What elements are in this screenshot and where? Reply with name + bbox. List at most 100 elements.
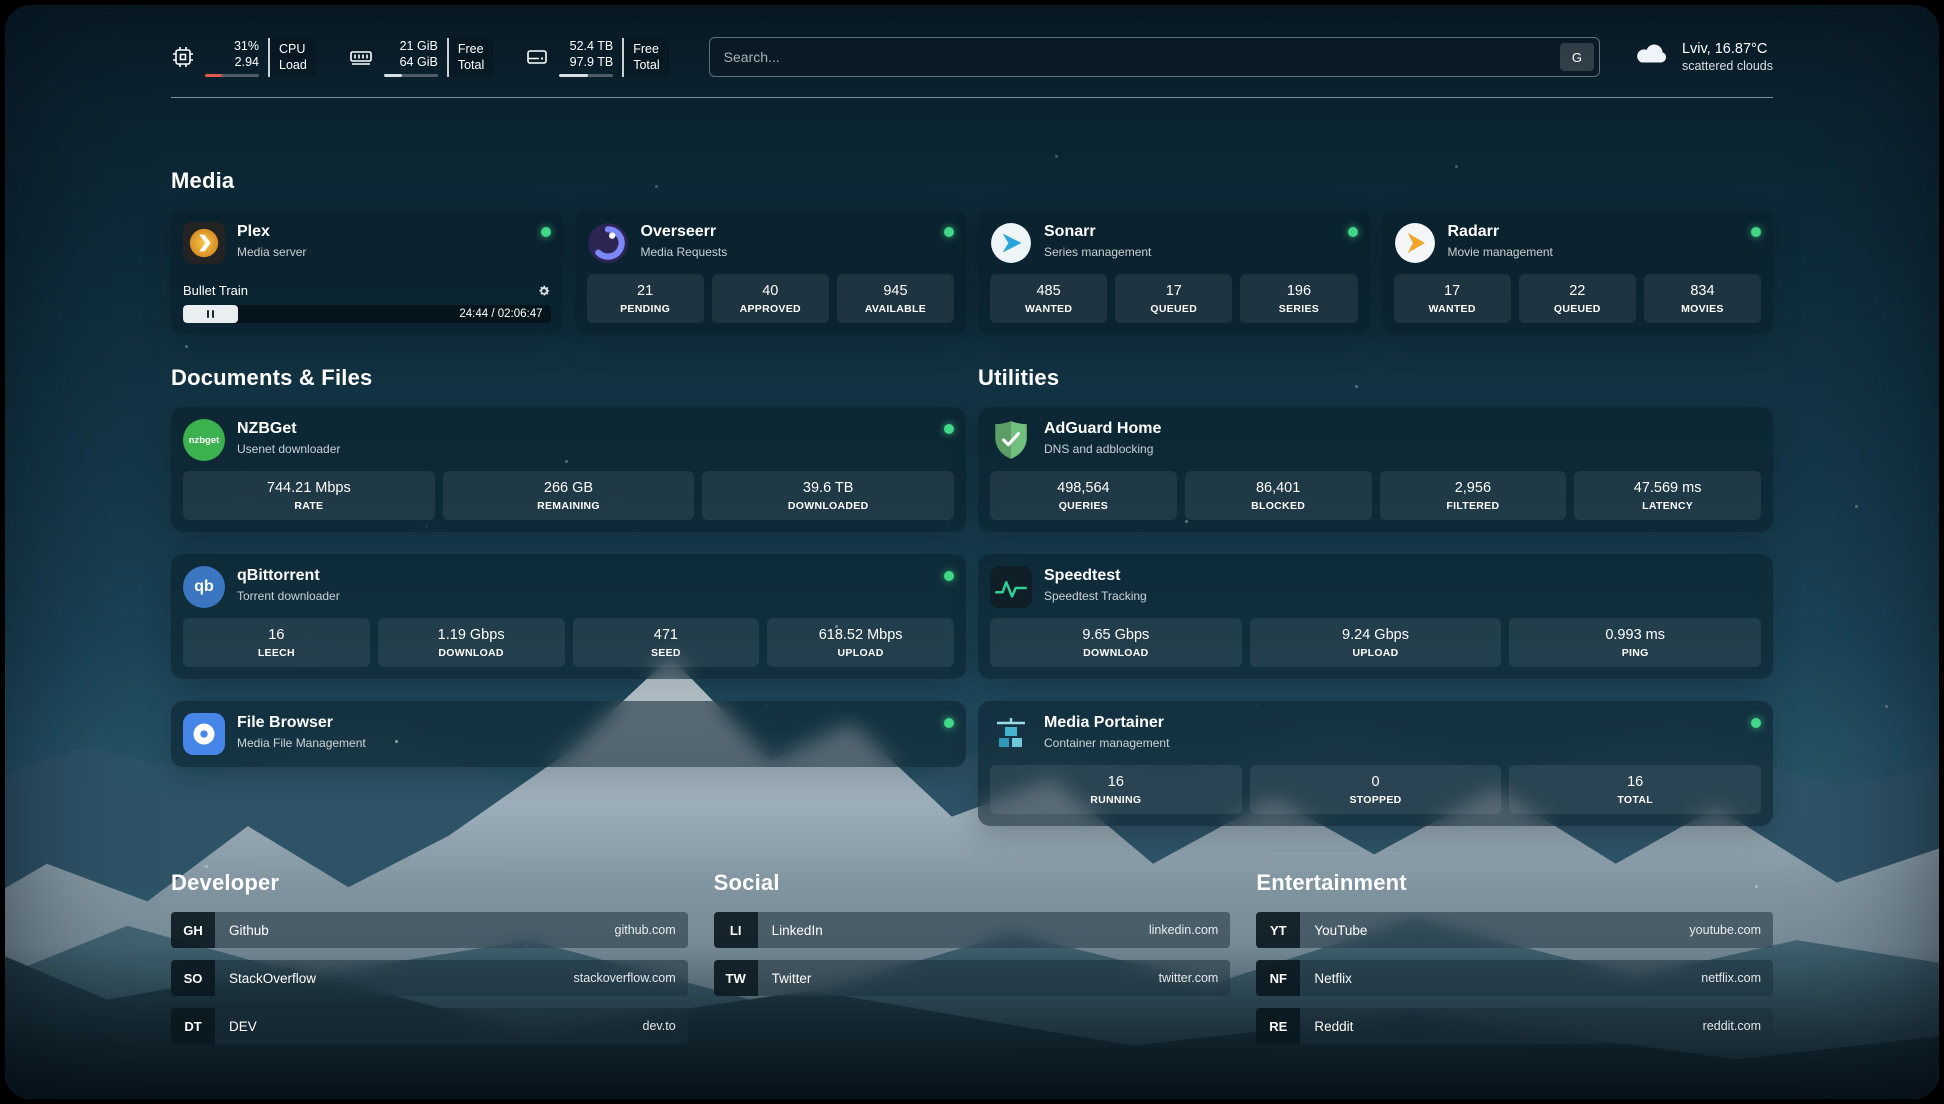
bookmark-url: twitter.com <box>1159 971 1219 985</box>
stat-stopped: 0 STOPPED <box>1250 765 1502 814</box>
stat-wanted: 485 WANTED <box>990 274 1107 323</box>
bookmark-name: Netflix <box>1314 971 1701 986</box>
ram-free-value: 21 GiB <box>400 38 438 54</box>
bookmark-abbr: SO <box>171 960 215 996</box>
card-nzbget[interactable]: nzbget NZBGet Usenet downloader 744.21 M… <box>171 407 966 532</box>
bookmark-url: youtube.com <box>1689 923 1761 937</box>
stat-blocked: 86,401 BLOCKED <box>1185 471 1372 520</box>
service-name: Plex <box>237 222 533 242</box>
bookmark-abbr: NF <box>1256 960 1300 996</box>
card-radarr[interactable]: Radarr Movie management 17 WANTED 22 QUE… <box>1382 210 1774 335</box>
service-subtitle: Usenet downloader <box>237 442 936 457</box>
bookmark-github[interactable]: GH Github github.com <box>171 912 688 948</box>
cpu-chip-icon <box>171 45 195 69</box>
service-subtitle: Torrent downloader <box>237 589 936 604</box>
service-name: Sonarr <box>1044 222 1340 242</box>
card-qbittorrent[interactable]: qb qBittorrent Torrent downloader 16 LEE… <box>171 554 966 679</box>
stat-upload: 9.24 Gbps UPLOAD <box>1250 618 1502 667</box>
search-engine-button[interactable]: G <box>1560 43 1594 71</box>
bookmark-url: reddit.com <box>1703 1019 1761 1033</box>
disk-icon <box>525 45 549 69</box>
service-subtitle: Media Requests <box>641 245 937 260</box>
bookmark-name: StackOverflow <box>229 971 574 986</box>
service-subtitle: Speedtest Tracking <box>1044 589 1761 604</box>
section-title-entertainment: Entertainment <box>1256 870 1773 896</box>
weather-location: Lviv, 16.87°C <box>1682 40 1773 58</box>
card-filebrowser[interactable]: File Browser Media File Management <box>171 701 966 767</box>
card-adguard[interactable]: AdGuard Home DNS and adblocking 498,564 … <box>978 407 1773 532</box>
stat-queries: 498,564 QUERIES <box>990 471 1177 520</box>
bookmark-url: dev.to <box>643 1019 676 1033</box>
stat-running: 16 RUNNING <box>990 765 1242 814</box>
overseerr-icon <box>587 222 629 264</box>
top-bar: 31% 2.94 CPU Load 21 GiB <box>171 37 1773 77</box>
bookmark-name: Reddit <box>1314 1019 1702 1034</box>
cpu-percent: 31% <box>234 38 259 54</box>
disk-total-label: Total <box>633 57 659 73</box>
service-name: qBittorrent <box>237 566 936 586</box>
bookmark-dev[interactable]: DT DEV dev.to <box>171 1008 688 1044</box>
section-documents: Documents & Files nzbget NZBGet Usenet d… <box>171 365 966 767</box>
qbittorrent-icon: qb <box>183 566 225 608</box>
search-input[interactable] <box>709 37 1600 77</box>
bookmark-name: Github <box>229 923 615 938</box>
bookmark-name: YouTube <box>1314 923 1689 938</box>
section-title-utilities: Utilities <box>978 365 1773 391</box>
bookmark-reddit[interactable]: RE Reddit reddit.com <box>1256 1008 1773 1044</box>
status-dot <box>944 424 954 434</box>
service-subtitle: Media File Management <box>237 736 936 751</box>
card-overseerr[interactable]: Overseerr Media Requests 21 PENDING 40 A… <box>575 210 967 335</box>
bookmark-stackoverflow[interactable]: SO StackOverflow stackoverflow.com <box>171 960 688 996</box>
ram-total-value: 64 GiB <box>400 54 438 70</box>
card-speedtest[interactable]: Speedtest Speedtest Tracking 9.65 Gbps D… <box>978 554 1773 679</box>
bookmark-abbr: RE <box>1256 1008 1300 1044</box>
bookmark-abbr: DT <box>171 1008 215 1044</box>
section-title-documents: Documents & Files <box>171 365 966 391</box>
cpu-load-label: Load <box>279 57 307 73</box>
stat-series: 196 SERIES <box>1240 274 1357 323</box>
bookmark-abbr: YT <box>1256 912 1300 948</box>
card-plex[interactable]: Plex Media server Bullet Train <box>171 210 563 335</box>
stat-latency: 47.569 ms LATENCY <box>1574 471 1761 520</box>
stat-ping: 0.993 ms PING <box>1509 618 1761 667</box>
playback-progress-bar[interactable]: 24:44 / 02:06:47 <box>183 305 551 323</box>
adguard-icon <box>990 419 1032 461</box>
status-dot <box>1751 718 1761 728</box>
bookmark-url: github.com <box>615 923 676 937</box>
service-subtitle: DNS and adblocking <box>1044 442 1761 457</box>
cpu-usage-bar <box>205 74 259 77</box>
cpu-monitor: 31% 2.94 CPU Load <box>171 38 316 77</box>
stat-downloaded: 39.6 TB DOWNLOADED <box>702 471 954 520</box>
dashboard-screen: 31% 2.94 CPU Load 21 GiB <box>5 5 1939 1099</box>
bookmark-youtube[interactable]: YT YouTube youtube.com <box>1256 912 1773 948</box>
cpu-label: CPU <box>279 41 307 57</box>
bookmark-netflix[interactable]: NF Netflix netflix.com <box>1256 960 1773 996</box>
card-sonarr[interactable]: Sonarr Series management 485 WANTED 17 Q… <box>978 210 1370 335</box>
stat-pending: 21 PENDING <box>587 274 704 323</box>
status-dot <box>1348 227 1358 237</box>
card-portainer[interactable]: Media Portainer Container management 16 … <box>978 701 1773 826</box>
bookmark-name: DEV <box>229 1019 643 1034</box>
header-divider <box>171 97 1773 98</box>
disk-usage-bar <box>559 74 613 77</box>
service-name: Speedtest <box>1044 566 1761 586</box>
weather-widget: Lviv, 16.87°C scattered clouds <box>1634 40 1773 74</box>
bookmark-linkedin[interactable]: LI LinkedIn linkedin.com <box>714 912 1231 948</box>
status-dot <box>541 227 551 237</box>
bookmark-abbr: LI <box>714 912 758 948</box>
radarr-icon <box>1394 222 1436 264</box>
status-dot <box>944 718 954 728</box>
stat-available: 945 AVAILABLE <box>837 274 954 323</box>
playback-time: 24:44 / 02:06:47 <box>459 305 542 323</box>
portainer-icon <box>990 713 1032 755</box>
sonarr-icon <box>990 222 1032 264</box>
cloud-icon <box>1634 41 1670 73</box>
status-dot <box>1751 227 1761 237</box>
ram-icon <box>348 45 374 69</box>
stat-upload: 618.52 Mbps UPLOAD <box>767 618 954 667</box>
gear-icon[interactable] <box>537 284 551 298</box>
bookmark-twitter[interactable]: TW Twitter twitter.com <box>714 960 1231 996</box>
service-subtitle: Series management <box>1044 245 1340 260</box>
stat-queued: 22 QUEUED <box>1519 274 1636 323</box>
stat-queued: 17 QUEUED <box>1115 274 1232 323</box>
